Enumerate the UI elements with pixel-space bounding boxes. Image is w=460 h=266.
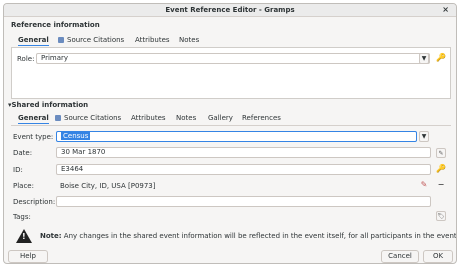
date-value: 30 Mar 1870 (61, 148, 106, 156)
tab-shared-source-citations[interactable]: Source Citations (55, 113, 121, 124)
event-type-combo[interactable]: Census (56, 131, 417, 142)
role-combo[interactable]: Primary (36, 53, 430, 64)
reference-tabbar: General Source Citations Attributes Note… (16, 35, 446, 46)
tab-shared-gallery[interactable]: Gallery (208, 113, 233, 124)
description-label: Description: (13, 198, 56, 206)
citation-icon (58, 37, 64, 43)
title-bar: Event Reference Editor - Gramps × (4, 4, 456, 17)
cancel-button[interactable]: Cancel (381, 250, 419, 263)
tab-shared-source-citations-label: Source Citations (64, 114, 122, 122)
place-label: Place: (13, 182, 34, 190)
role-value: Primary (41, 54, 69, 62)
window-title: Event Reference Editor - Gramps (165, 6, 295, 14)
tab-shared-references[interactable]: References (242, 113, 281, 124)
tab-reference-notes[interactable]: Notes (179, 35, 199, 46)
description-field[interactable] (56, 196, 431, 207)
tags-label: Tags: (13, 213, 31, 221)
date-field[interactable]: 30 Mar 1870 (56, 147, 431, 158)
id-value: E3464 (61, 165, 84, 173)
key-icon[interactable]: 🔑 (436, 164, 446, 174)
tab-shared-notes[interactable]: Notes (176, 113, 196, 124)
shared-tabbar-divider (11, 125, 451, 126)
tab-reference-source-citations[interactable]: Source Citations (58, 35, 124, 46)
shared-change-note: Note: Any changes in the shared event in… (16, 229, 456, 243)
help-button[interactable]: Help (8, 250, 48, 263)
close-icon[interactable]: × (442, 5, 449, 14)
note-text: Note: Any changes in the shared event in… (40, 232, 457, 240)
id-label: ID: (13, 166, 23, 174)
edit-tags-icon[interactable]: 🏷 (436, 211, 446, 221)
remove-place-icon[interactable]: − (436, 180, 446, 190)
event-type-dropdown-arrow-icon[interactable]: ▼ (419, 131, 429, 142)
date-label: Date: (13, 149, 33, 157)
event-type-label: Event type: (13, 133, 54, 141)
reference-information-heading: Reference information (11, 21, 100, 29)
shared-tabbar: General Source Citations Attributes Note… (16, 113, 446, 124)
role-dropdown-arrow-icon[interactable]: ▼ (419, 53, 429, 64)
id-field[interactable]: E3464 (56, 164, 431, 175)
warning-icon (16, 229, 32, 243)
tab-reference-attributes[interactable]: Attributes (135, 35, 170, 46)
tab-shared-attributes[interactable]: Attributes (131, 113, 166, 124)
key-icon[interactable]: 🔑 (436, 53, 446, 63)
tab-reference-general[interactable]: General (18, 35, 49, 46)
tab-reference-source-citations-label: Source Citations (67, 36, 125, 44)
event-type-value: Census (61, 132, 91, 140)
place-value: Boise City, ID, USA [P0973] (60, 182, 156, 190)
shared-information-heading[interactable]: ▾Shared information (8, 101, 88, 109)
role-label: Role: (17, 55, 35, 63)
event-reference-editor-window: Event Reference Editor - Gramps × Refere… (3, 3, 457, 264)
edit-place-icon[interactable]: ✎ (419, 180, 429, 190)
tab-shared-general[interactable]: General (18, 113, 49, 124)
date-editor-icon[interactable]: ✎ (436, 148, 446, 158)
ok-button[interactable]: OK (423, 250, 453, 263)
citation-icon (55, 115, 61, 121)
